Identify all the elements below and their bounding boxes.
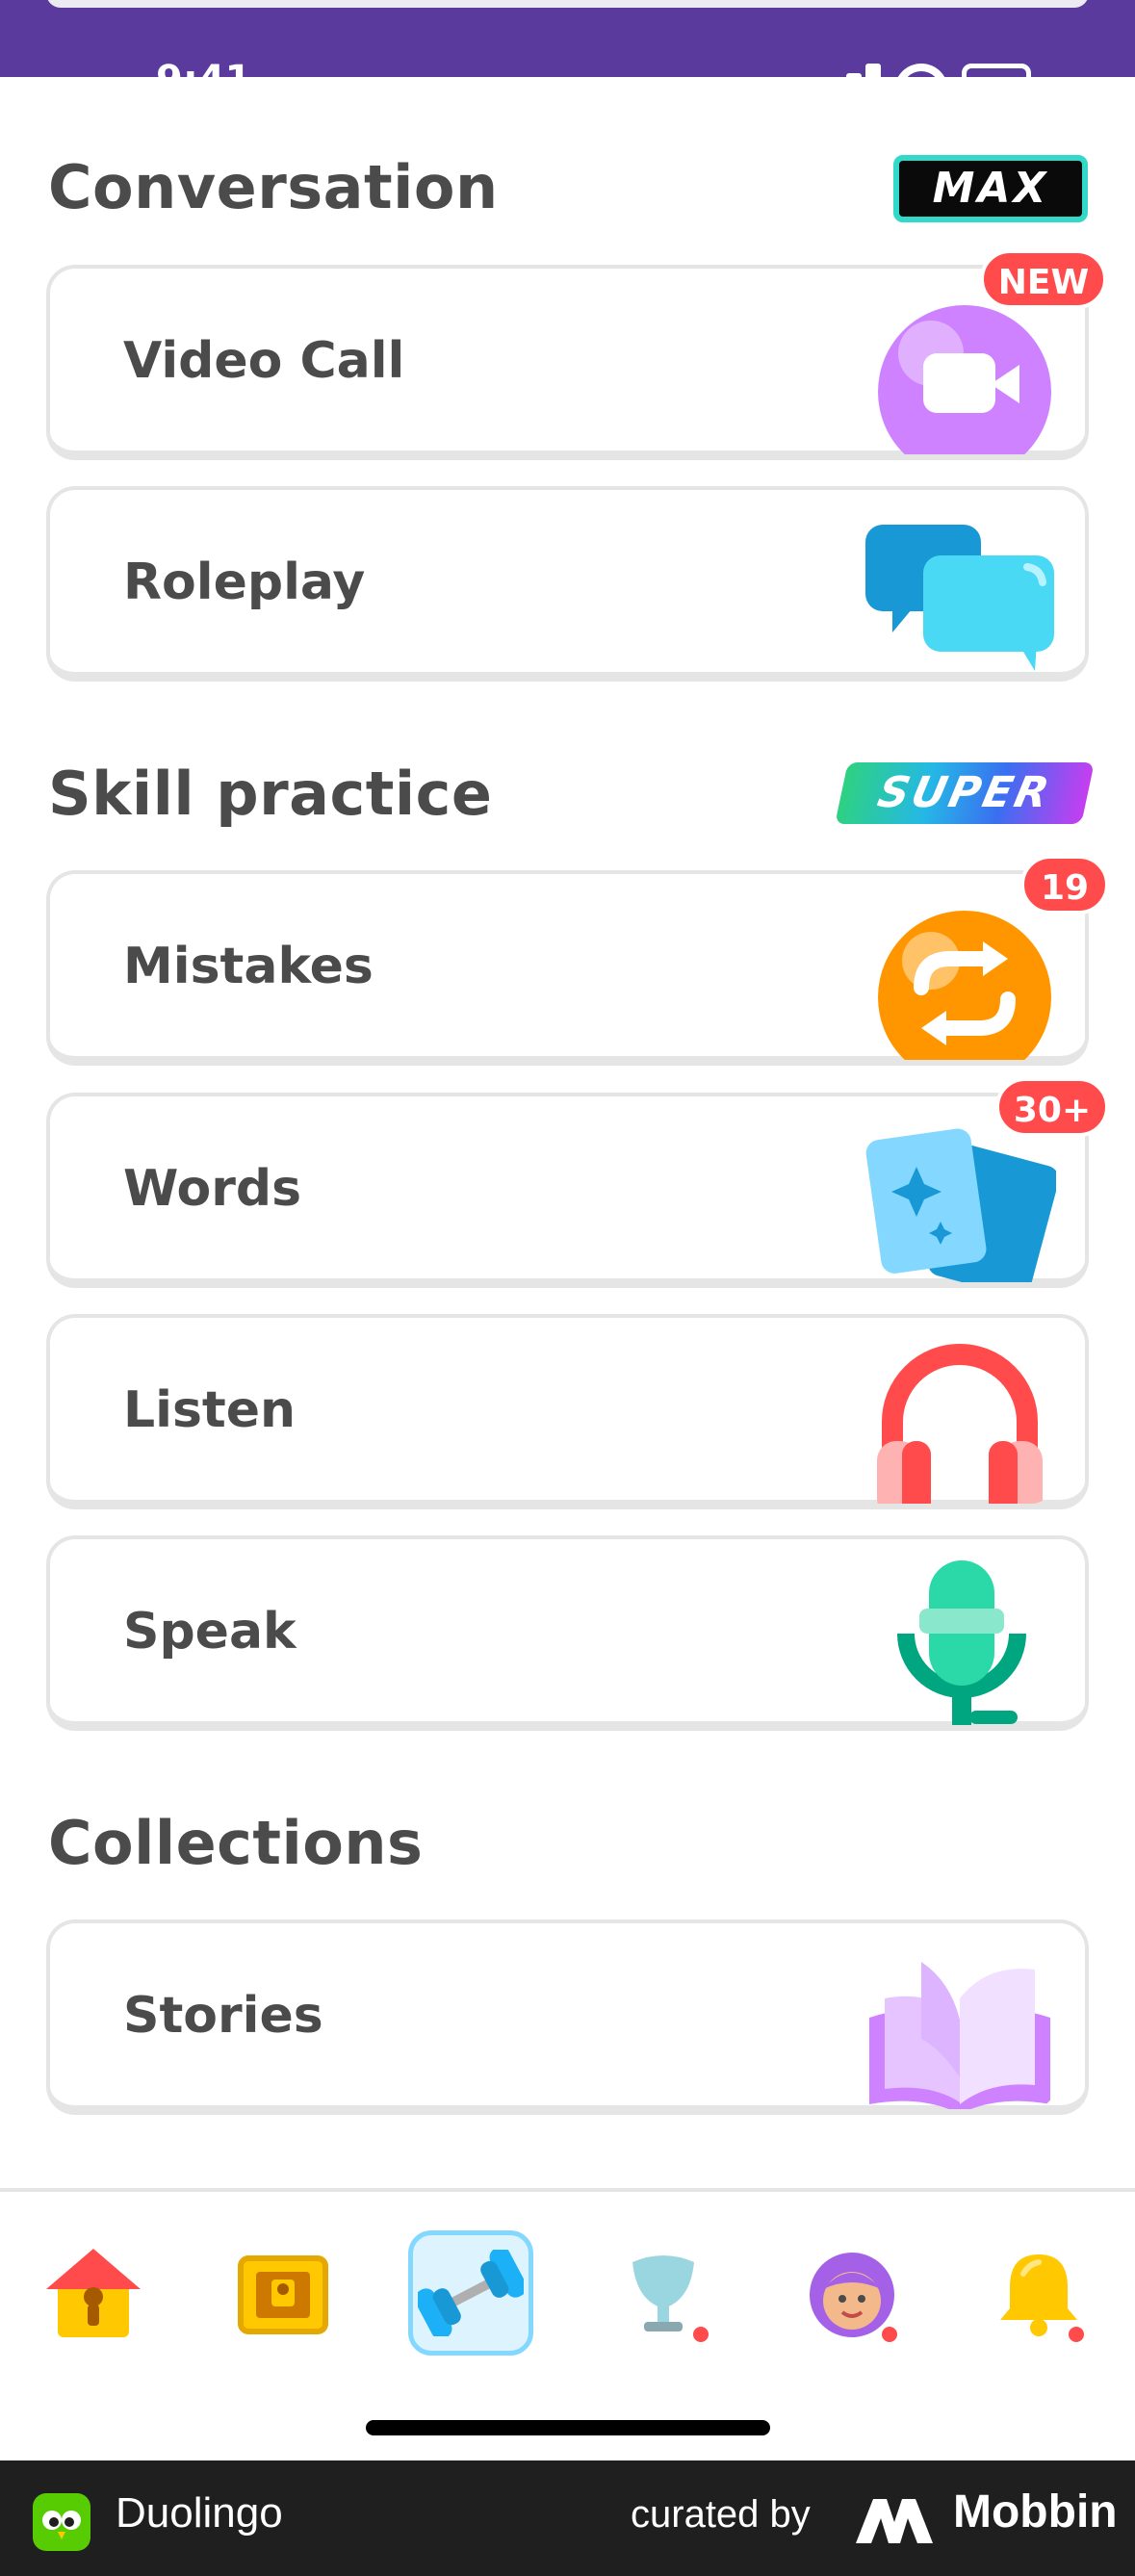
card-label: Mistakes: [123, 938, 374, 995]
super-badge: SUPER: [835, 762, 1095, 824]
section-title-collections: Collections: [48, 1808, 424, 1878]
footer-app-name: Duolingo: [116, 2489, 283, 2537]
mobbin-logo-icon: [856, 2499, 933, 2543]
nav-practice[interactable]: [408, 2230, 533, 2356]
battery-icon: [962, 64, 1031, 77]
leaderboard-notification-dot: [689, 2323, 712, 2346]
footer-curated-by: curated by: [631, 2493, 811, 2536]
card-label: Words: [123, 1160, 302, 1218]
nav-profile[interactable]: [789, 2230, 915, 2356]
nav-notifications[interactable]: [976, 2230, 1101, 2356]
card-stories[interactable]: Stories: [46, 1919, 1089, 2115]
card-words[interactable]: Words 30+: [46, 1077, 1109, 1288]
mistakes-count-badge: 19: [1020, 855, 1109, 914]
card-video-call[interactable]: Video Call NEW: [46, 249, 1107, 460]
words-count-badge: 30+: [995, 1077, 1109, 1137]
status-icons: [827, 64, 1031, 77]
home-indicator: [366, 2420, 770, 2435]
card-roleplay[interactable]: Roleplay: [46, 486, 1089, 682]
duolingo-logo-icon: [33, 2493, 90, 2551]
card-listen[interactable]: Listen: [46, 1314, 1089, 1509]
home-icon: [46, 2249, 141, 2337]
flashcards-icon: [864, 1114, 1056, 1282]
attribution-footer: Duolingo curated by Mobbin: [0, 2460, 1135, 2576]
bottom-nav: [0, 2192, 1135, 2452]
max-badge: MAX: [893, 155, 1088, 222]
section-title-skill-practice: Skill practice: [48, 759, 493, 829]
profile-notification-dot: [878, 2323, 901, 2346]
status-time: 9:41: [156, 58, 252, 77]
card-label: Listen: [123, 1381, 297, 1439]
wifi-icon: [894, 64, 948, 77]
sheet-handle: [46, 0, 1089, 8]
dumbbell-icon: [418, 2250, 524, 2336]
chat-bubbles-icon: [864, 507, 1056, 676]
card-label: Video Call: [123, 332, 405, 390]
notifications-notification-dot: [1065, 2323, 1088, 2346]
nav-leaderboard[interactable]: [601, 2230, 726, 2356]
signal-icon: [827, 64, 881, 77]
nav-treasure[interactable]: [220, 2230, 346, 2356]
card-label: Roleplay: [123, 554, 366, 611]
card-label: Stories: [123, 1987, 323, 2045]
card-speak[interactable]: Speak: [46, 1535, 1089, 1731]
status-bar: 9:41: [0, 0, 1135, 77]
new-badge: NEW: [980, 249, 1107, 309]
microphone-icon: [864, 1557, 1056, 1725]
section-title-conversation: Conversation: [48, 152, 499, 222]
treasure-chest-icon: [238, 2255, 328, 2334]
headphones-icon: [864, 1335, 1056, 1504]
card-label: Speak: [123, 1603, 297, 1661]
card-mistakes[interactable]: Mistakes 19: [46, 855, 1109, 1066]
repeat-arrows-icon: [864, 891, 1056, 1060]
open-book-icon: [864, 1941, 1056, 2109]
nav-learn[interactable]: [31, 2230, 156, 2356]
footer-brand: Mobbin: [953, 2486, 1118, 2537]
